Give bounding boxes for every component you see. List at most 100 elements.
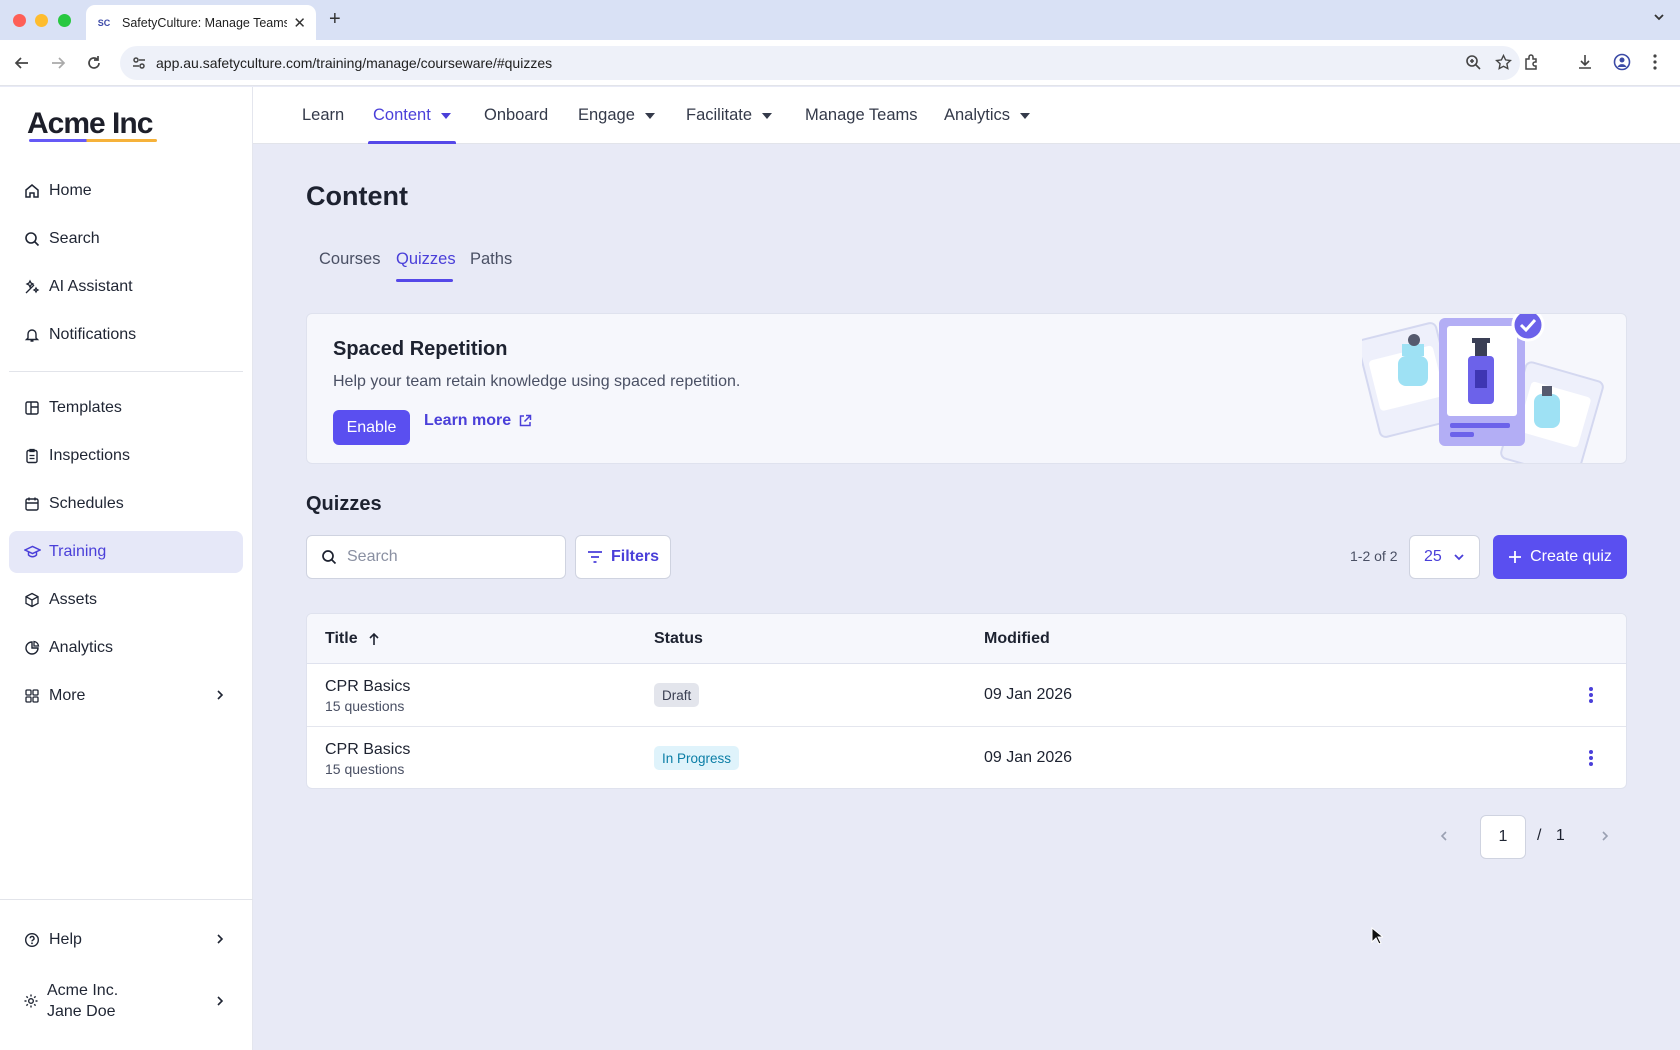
enable-button[interactable]: Enable [333,410,410,445]
nav-content[interactable]: Content [368,87,456,144]
sidebar-item-label: Home [49,182,92,199]
filters-button[interactable]: Filters [575,535,671,579]
minimize-window-button[interactable] [35,14,48,27]
page-size-value: 25 [1424,548,1442,565]
nav-manage-teams[interactable]: Manage Teams [805,87,918,144]
nav-label: Learn [302,106,345,124]
close-window-button[interactable] [13,14,26,27]
create-quiz-label: Create quiz [1530,548,1612,565]
tab-courses[interactable]: Courses [319,250,380,269]
current-page-input[interactable]: 1 [1480,815,1526,859]
learn-more-label: Learn more [424,412,512,429]
tab-paths[interactable]: Paths [470,250,512,269]
browser-menu-icon[interactable] [1652,53,1658,71]
sidebar-item-notifications[interactable]: Notifications [9,314,243,356]
filters-label: Filters [610,548,659,565]
sidebar-item-training[interactable]: Training [9,531,243,573]
tab-list-chevron-icon[interactable] [1652,10,1666,24]
sidebar-item-assets[interactable]: Assets [9,579,243,621]
nav-engage[interactable]: Engage [578,87,655,144]
table-row[interactable]: CPR Basics 15 questions In Progress 09 J… [307,726,1626,788]
account-menu[interactable]: Acme Inc. Jane Doe [9,974,243,1028]
download-icon[interactable] [1576,53,1594,71]
nav-label: Content [373,106,431,124]
table-header: Title Status Modified [307,614,1626,664]
cube-icon [23,591,41,609]
extensions-icon[interactable] [1523,53,1541,71]
chevron-right-icon [213,688,227,702]
nav-analytics[interactable]: Analytics [944,87,1031,144]
sidebar-item-ai-assistant[interactable]: AI Assistant [9,266,243,308]
reload-icon[interactable] [83,52,105,74]
previous-page-icon[interactable] [1437,829,1451,843]
learn-more-link[interactable]: Learn more [424,412,532,430]
create-quiz-button[interactable]: Create quiz [1493,535,1627,579]
profile-icon[interactable] [1613,53,1631,71]
row-actions-icon[interactable] [1584,748,1598,768]
bell-icon [23,326,41,344]
caret-down-icon [644,112,655,119]
sidebar-item-inspections[interactable]: Inspections [9,435,243,477]
caret-down-icon [1020,112,1031,119]
sidebar-item-label: Training [49,543,107,560]
quiz-question-count: 15 questions [325,761,405,777]
column-title-header[interactable]: Title [325,630,380,648]
table-row[interactable]: CPR Basics 15 questions Draft 09 Jan 202… [307,664,1626,726]
sidebar-item-analytics[interactable]: Analytics [9,627,243,669]
sidebar-item-search[interactable]: Search [9,218,243,260]
banner-description: Help your team retain knowledge using sp… [333,373,741,390]
sidebar-item-home[interactable]: Home [9,170,243,212]
top-nav: Learn Content Onboard Engage Facilitate … [253,87,1680,144]
zoom-icon[interactable] [1465,54,1482,71]
sidebar-item-help[interactable]: Help [9,919,243,961]
maximize-window-button[interactable] [58,14,71,27]
chevron-right-icon [213,994,227,1008]
nav-facilitate[interactable]: Facilitate [686,87,773,144]
page-total-value: 1 [1555,827,1565,844]
sidebar-item-label: Search [49,230,100,247]
caret-down-icon [762,112,773,119]
sidebar-item-templates[interactable]: Templates [9,387,243,429]
sidebar-item-label: Analytics [49,639,114,656]
nav-onboard[interactable]: Onboard [484,87,548,144]
address-bar[interactable]: app.au.safetyculture.com/training/manage… [120,46,1520,80]
quizzes-section-title: Quizzes [306,493,382,515]
tab-title: SafetyCulture: Manage Teams [122,15,287,30]
nav-label: Onboard [484,106,549,124]
forward-icon[interactable] [47,52,69,74]
clipboard-icon [23,447,41,465]
url-text: app.au.safetyculture.com/training/manage… [156,55,553,71]
gear-icon [23,993,39,1009]
sidebar-item-label: Inspections [49,447,130,464]
sidebar-item-schedules[interactable]: Schedules [9,483,243,525]
browser-tab[interactable]: SC SafetyCulture: Manage Teams ✕ [86,5,316,40]
company-logo[interactable]: Acme Inc [27,107,153,141]
nav-label: Analytics [944,106,1011,124]
next-page-icon[interactable] [1598,829,1612,843]
status-badge: In Progress [654,746,740,770]
quiz-title: CPR Basics [325,741,411,758]
nav-learn[interactable]: Learn [302,87,344,144]
new-tab-button[interactable]: + [329,8,341,31]
search-icon [321,549,337,565]
sidebar-item-label: Schedules [49,495,124,512]
bookmark-star-icon[interactable] [1495,54,1512,71]
search-input[interactable] [347,548,547,566]
filter-icon [587,550,603,564]
tab-close-icon[interactable]: ✕ [293,14,306,32]
page-size-select[interactable]: 25 [1409,535,1480,579]
nav-label: Manage Teams [805,106,918,124]
row-actions-icon[interactable] [1584,685,1598,705]
nav-label: Facilitate [686,106,753,124]
graduation-cap-icon [23,543,41,561]
search-field[interactable] [306,535,566,579]
sparkle-icon [23,278,41,296]
grid-icon [23,687,41,705]
sidebar-item-more[interactable]: More [9,675,243,717]
site-settings-icon[interactable] [131,55,147,71]
browser-toolbar: app.au.safetyculture.com/training/manage… [0,40,1680,86]
tab-quizzes[interactable]: Quizzes [396,250,456,269]
back-icon[interactable] [11,52,33,74]
nav-label: Engage [578,106,635,124]
browser-titlebar: SC SafetyCulture: Manage Teams ✕ + [0,0,1680,40]
